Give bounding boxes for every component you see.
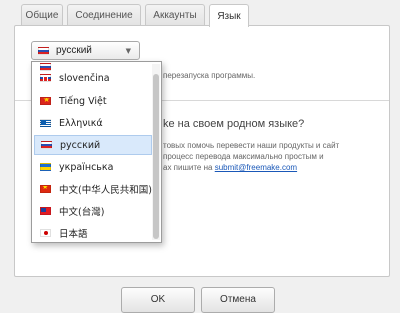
language-select[interactable]: русский ▼: [31, 41, 140, 60]
language-option-uk[interactable]: українська: [34, 157, 152, 177]
language-option-label: Ελληνικά: [59, 117, 103, 129]
jp-flag-icon: [40, 229, 51, 237]
tab-connection[interactable]: Соединение: [67, 4, 141, 26]
language-option-label: slovenčina: [59, 72, 110, 84]
translation-text-line: процесс перевода максимально простым и: [163, 152, 324, 161]
language-option-label: українська: [59, 161, 114, 173]
language-option-label: 日本語: [59, 229, 88, 240]
tab-label: Язык: [217, 10, 241, 22]
tab-accounts[interactable]: Аккаунты: [145, 4, 205, 26]
tab-label: Аккаунты: [153, 10, 197, 21]
ru-flag-icon: [41, 141, 52, 149]
submit-email-link[interactable]: submit@freemake.com: [215, 163, 297, 172]
language-option-zh-cn[interactable]: 中文(中华人民共和国): [34, 179, 152, 199]
ok-button-label: OK: [150, 294, 166, 305]
ua-flag-icon: [40, 163, 51, 171]
tab-general[interactable]: Общие: [21, 4, 63, 26]
scrollbar-thumb[interactable]: [153, 74, 159, 239]
cn-flag-icon: [40, 185, 51, 193]
translation-text-line: товых помочь перевести наши продукты и с…: [163, 141, 340, 150]
cancel-button[interactable]: Отмена: [201, 287, 275, 313]
language-option-label: русский: [60, 139, 101, 151]
ru-flag-icon: [38, 46, 49, 55]
gr-flag-icon: [40, 119, 51, 127]
tw-flag-icon: [40, 207, 51, 215]
tab-language[interactable]: Язык: [209, 4, 249, 27]
translation-heading: ke на своем родном языке?: [163, 118, 305, 130]
language-option-el[interactable]: Ελληνικά: [34, 113, 152, 133]
translation-text-line: ах пишите на submit@freemake.com: [163, 163, 297, 172]
tab-label: Соединение: [75, 10, 133, 21]
language-option-ru[interactable]: русский: [34, 135, 152, 155]
ok-button[interactable]: OK: [121, 287, 195, 313]
language-option-label: Tiếng Việt: [59, 95, 107, 107]
tab-label: Общие: [25, 10, 59, 21]
language-select-value: русский: [56, 45, 92, 56]
language-option-vi[interactable]: Tiếng Việt: [34, 91, 152, 111]
language-option-sk[interactable]: slovenčina: [34, 68, 152, 88]
chevron-down-icon: ▼: [125, 46, 131, 55]
dropdown-scrollbar[interactable]: [152, 64, 160, 240]
sk-flag-icon: [40, 74, 51, 82]
language-option-ja[interactable]: 日本語: [34, 223, 152, 242]
language-option-zh-tw[interactable]: 中文(台灣): [34, 201, 152, 221]
restart-note: перезапуска программы.: [163, 71, 256, 80]
cancel-button-label: Отмена: [220, 294, 256, 305]
vn-flag-icon: [40, 97, 51, 105]
language-dropdown-list: slovenčina Tiếng Việt Ελληνικά русский у…: [31, 61, 162, 243]
language-option-label: 中文(中华人民共和国): [59, 185, 152, 196]
translation-text-prefix: ах пишите на: [163, 163, 213, 172]
language-option-label: 中文(台灣): [59, 207, 105, 218]
